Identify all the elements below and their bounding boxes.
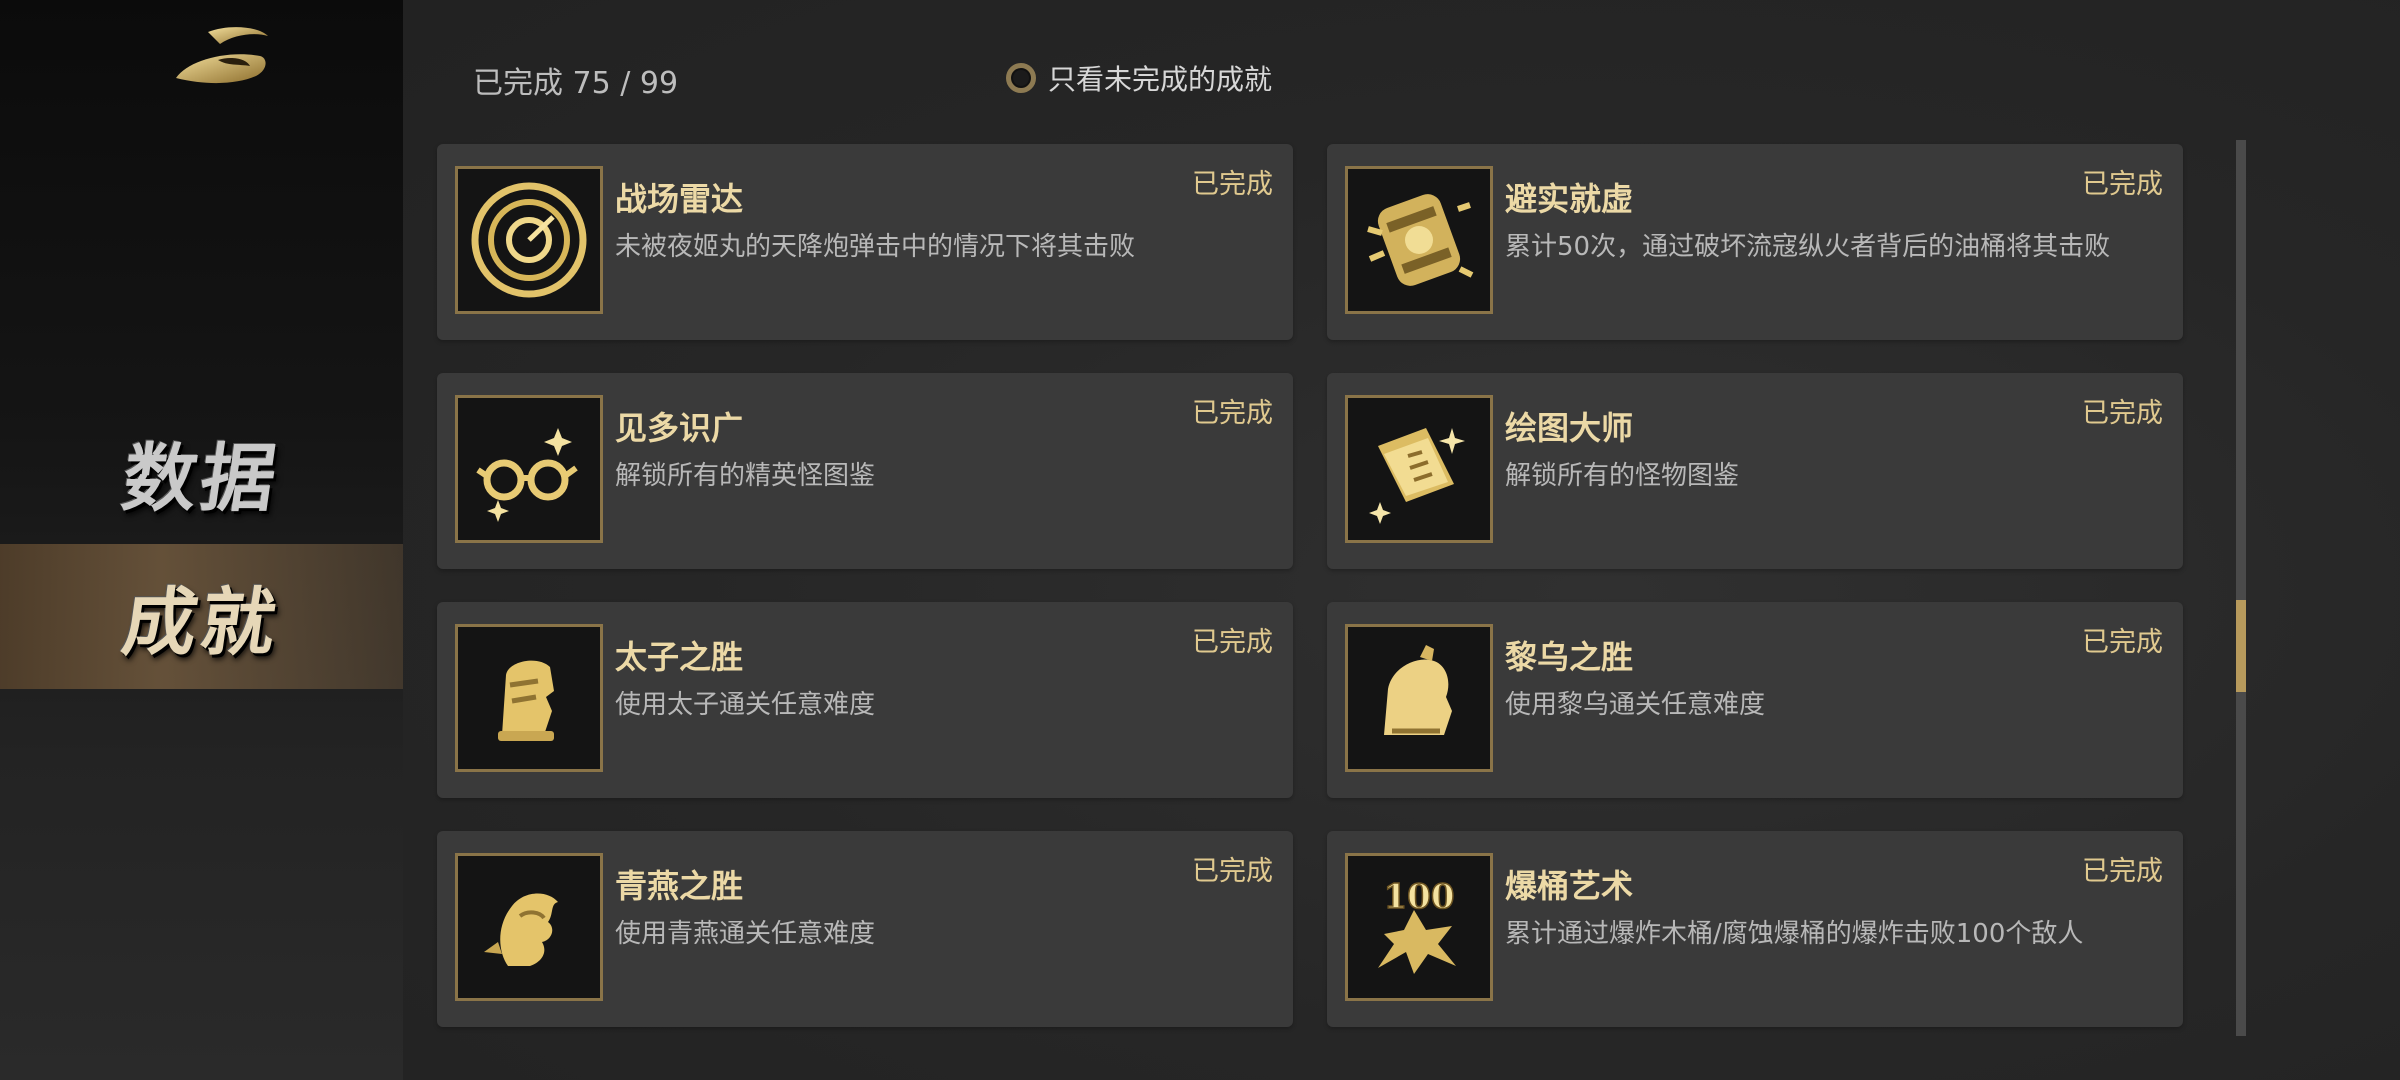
achievement-card[interactable]: 100 爆桶艺术 累计通过爆炸木桶/腐蚀爆桶的爆炸击败100个敌人 已完成 — [1327, 831, 2183, 1027]
status-badge: 已完成 — [1192, 856, 1273, 887]
achievement-title: 战场雷达 — [615, 180, 744, 218]
glasses-icon — [455, 395, 603, 543]
achievement-card[interactable]: 青燕之胜 使用青燕通关任意难度 已完成 — [437, 831, 1293, 1027]
barrel-icon — [1345, 166, 1493, 314]
sidebar-item-label: 成就 — [116, 580, 285, 666]
achievement-title: 爆桶艺术 — [1505, 867, 1634, 905]
status-badge: 已完成 — [1192, 398, 1273, 429]
achievement-title: 避实就虚 — [1505, 180, 1634, 218]
completion-progress: 已完成 75 / 99 — [473, 66, 679, 101]
status-badge: 已完成 — [2082, 169, 2163, 200]
character-head-icon — [455, 624, 603, 772]
status-badge: 已完成 — [2082, 627, 2163, 658]
achievement-card[interactable]: 绘图大师 解锁所有的怪物图鉴 已完成 — [1327, 373, 2183, 569]
achievement-title: 见多识广 — [615, 409, 744, 447]
achievement-description: 未被夜姬丸的天降炮弹击中的情况下将其击败 — [615, 232, 1136, 262]
achievement-description: 使用黎乌通关任意难度 — [1505, 690, 1766, 720]
helmet-icon — [1345, 624, 1493, 772]
achievement-title: 绘图大师 — [1505, 409, 1634, 447]
sidebar-item-data[interactable]: 数据 — [0, 400, 403, 545]
achievement-title: 黎乌之胜 — [1505, 638, 1634, 676]
status-badge: 已完成 — [1192, 627, 1273, 658]
svg-text:100: 100 — [1384, 877, 1455, 917]
scrollbar-thumb[interactable] — [2236, 600, 2246, 692]
achievement-description: 解锁所有的精英怪图鉴 — [615, 461, 876, 491]
sidebar-item-label: 数据 — [116, 436, 285, 522]
achievement-title: 太子之胜 — [615, 638, 744, 676]
sidebar: 数据 成就 — [0, 0, 403, 1080]
achievement-description: 解锁所有的怪物图鉴 — [1505, 461, 1740, 491]
status-badge: 已完成 — [2082, 856, 2163, 887]
achievement-card[interactable]: 避实就虚 累计50次，通过破坏流寇纵火者背后的油桶将其击败 已完成 — [1327, 144, 2183, 340]
status-badge: 已完成 — [1192, 169, 1273, 200]
achievement-card[interactable]: 战场雷达 未被夜姬丸的天降炮弹击中的情况下将其击败 已完成 — [437, 144, 1293, 340]
swallow-head-icon — [455, 853, 603, 1001]
achievement-description: 使用青燕通关任意难度 — [615, 919, 876, 949]
achievement-description: 累计通过爆炸木桶/腐蚀爆桶的爆炸击败100个敌人 — [1505, 919, 2084, 949]
filter-label: 只看未完成的成就 — [1048, 63, 1273, 96]
achievement-card[interactable]: 黎乌之胜 使用黎乌通关任意难度 已完成 — [1327, 602, 2183, 798]
achievement-description: 使用太子通关任意难度 — [615, 690, 876, 720]
achievement-card[interactable]: 见多识广 解锁所有的精英怪图鉴 已完成 — [437, 373, 1293, 569]
book-icon — [1345, 395, 1493, 543]
explosion-100-icon: 100 — [1345, 853, 1493, 1001]
status-badge: 已完成 — [2082, 398, 2163, 429]
scrollbar[interactable] — [2236, 140, 2246, 1036]
achievement-card[interactable]: 太子之胜 使用太子通关任意难度 已完成 — [437, 602, 1293, 798]
radio-icon[interactable] — [1006, 63, 1036, 93]
achievement-title: 青燕之胜 — [615, 867, 744, 905]
game-logo — [168, 20, 278, 90]
achievement-description: 累计50次，通过破坏流寇纵火者背后的油桶将其击败 — [1505, 232, 2111, 262]
radar-icon — [455, 166, 603, 314]
filter-incomplete-toggle[interactable]: 只看未完成的成就 — [1006, 58, 1272, 98]
sidebar-item-achievements[interactable]: 成就 — [0, 544, 403, 689]
